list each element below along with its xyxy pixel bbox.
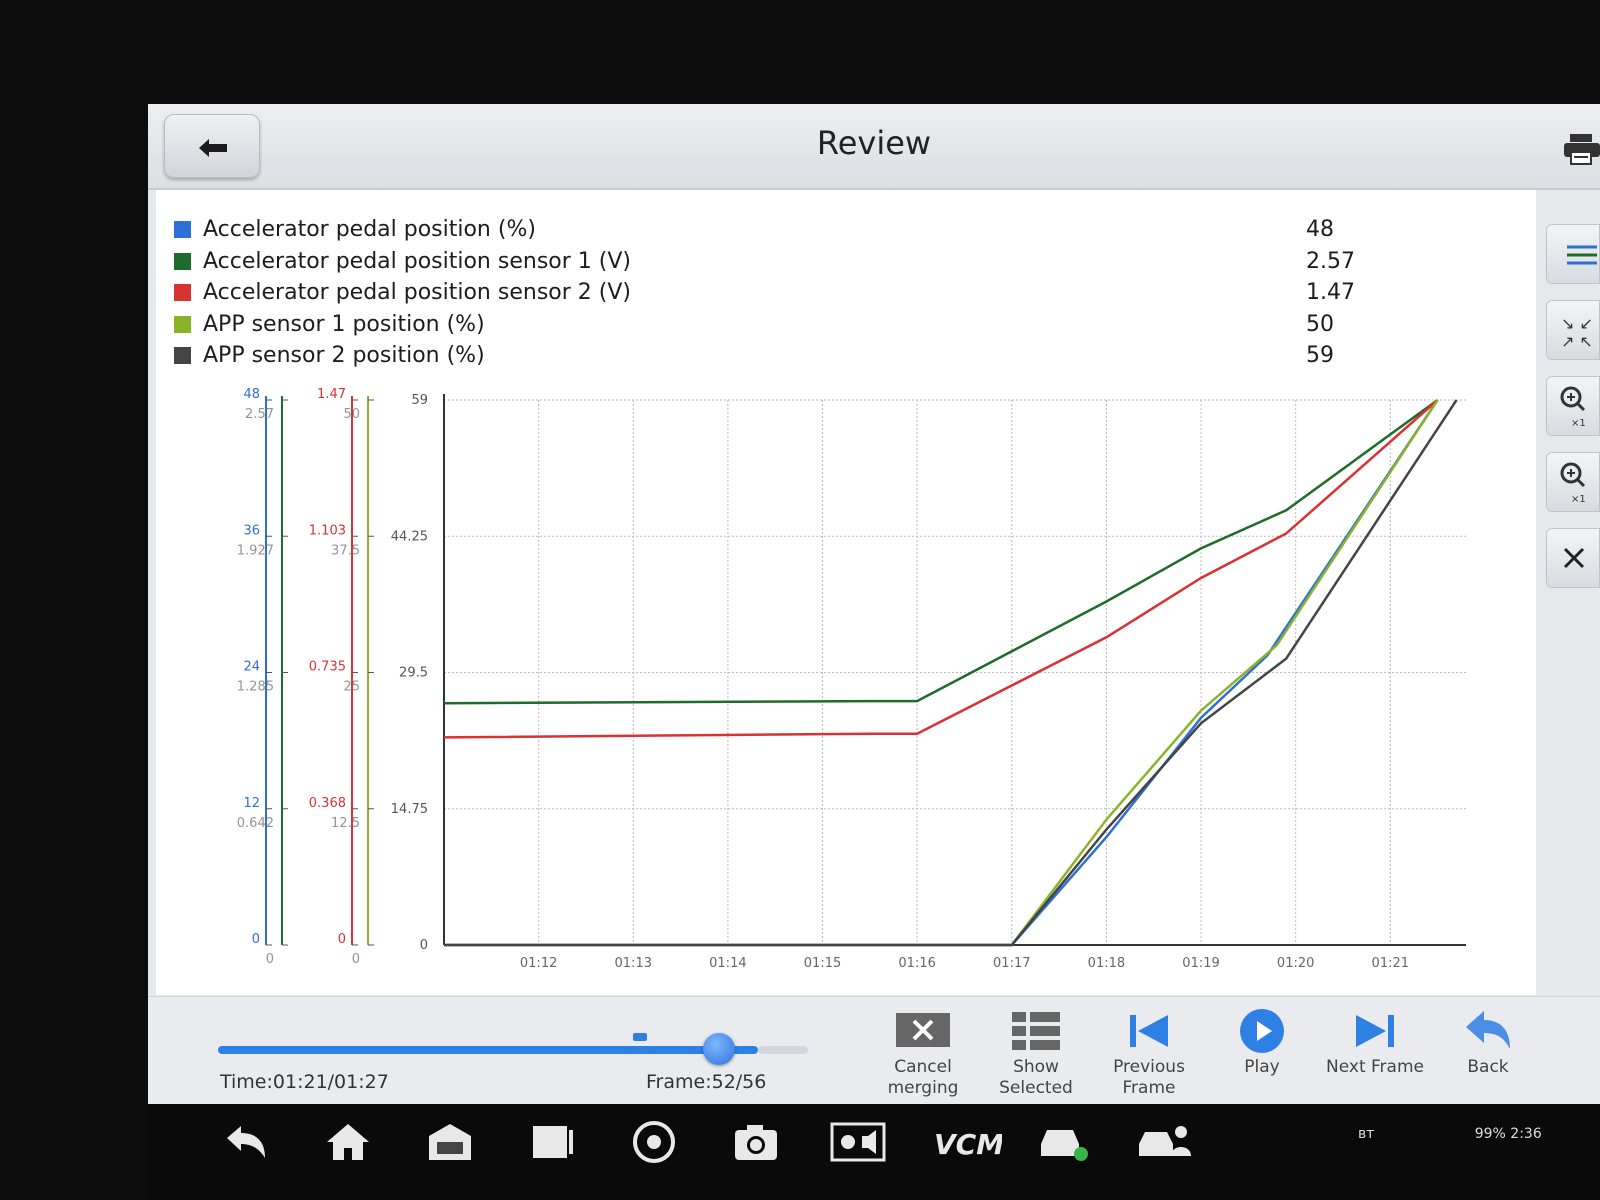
x-tick-label: 01:15 [804,956,841,971]
previous-frame-icon [1094,1005,1204,1057]
vehicle-check-icon[interactable] [1034,1118,1090,1166]
garage-icon[interactable] [422,1118,478,1166]
close-icon[interactable] [1546,528,1600,588]
playback-slider-track[interactable] [218,1046,758,1054]
playback-slider-remaining[interactable] [758,1046,808,1054]
bluetooth-icon: ʙᴛ [1358,1126,1375,1142]
axis-tick-label: 1.285 [237,680,274,695]
axis-tick-label: 29.5 [399,666,428,681]
play-label: Play [1244,1057,1280,1077]
axis-tick-label: 0 [420,938,428,953]
top-bar: Review [148,104,1600,190]
x-tick-label: 01:16 [898,956,935,971]
back-button-bottom[interactable]: Back [1433,1005,1543,1078]
frame-readout: Frame:52/56 [646,1071,767,1093]
axis-tick-label: 50 [343,407,360,422]
status-bar: ʙᴛ 99% 2:36 [1358,1126,1542,1142]
axis-tick-label: 1.103 [309,523,346,538]
axis-tick-label: 0 [338,932,346,947]
home-icon[interactable] [320,1118,376,1166]
axis-tick-label: 48 [243,387,260,402]
series-line [443,398,1439,705]
back-arrow-icon [1433,1005,1543,1057]
axis-tick-label: 1.927 [237,543,274,558]
axis-tick-label: 24 [243,660,260,675]
app-screen: Review Accelerator pedal position (%) Ac… [148,104,1600,1104]
cancel-merge-icon [868,1005,978,1057]
axis-tick-label: 0.642 [237,816,274,831]
axis-tick-label: 0.735 [309,660,346,675]
axis-tick-label: 0 [266,952,274,967]
return-icon[interactable] [218,1118,274,1166]
bookmark-marker [633,1033,647,1041]
axis-tick-label: 44.25 [391,529,428,544]
cancel-merging-button[interactable]: Cancel merging [868,1005,978,1099]
time-readout: Time:01:21/01:27 [220,1071,389,1093]
next-frame-button[interactable]: Next Frame [1320,1005,1430,1078]
x-tick-label: 01:19 [1182,956,1219,971]
cancel-merging-label: Cancel merging [887,1057,959,1098]
axis-tick-label: 0 [352,952,360,967]
browser-icon[interactable] [626,1118,682,1166]
zoom-y-level: ×1 [1571,494,1586,505]
back-label: Back [1467,1057,1509,1077]
previous-frame-button[interactable]: Previous Frame [1094,1005,1204,1099]
vci-label: VCMI [934,1128,1002,1161]
vehicle-user-icon[interactable] [1136,1118,1192,1166]
x-tick-label: 01:20 [1277,956,1314,971]
vci-icon[interactable]: VCMI [932,1118,1002,1166]
x-tick-label: 01:14 [709,956,746,971]
playback-slider-thumb[interactable] [703,1033,735,1065]
axis-tick-label: 25 [343,680,360,695]
play-icon [1207,1005,1317,1057]
zoom-y-icon[interactable]: ×1 [1546,452,1600,512]
axis-tick-label: 36 [243,523,260,538]
next-frame-label: Next Frame [1326,1057,1424,1077]
legend-toggle-icon[interactable] [1546,224,1600,284]
system-taskbar: VCMI ʙᴛ 99% 2:36 [148,1104,1600,1200]
svg-text:↗ ↖: ↗ ↖ [1561,332,1593,351]
expand-icon[interactable]: ↘ ↙ ↗ ↖ [1546,300,1600,360]
page-title: Review [816,124,932,162]
axis-tick-label: 12 [243,796,260,811]
line-chart[interactable]: 01:12 01:13 01:14 01:15 01:16 01:17 01:18 01:19… [156,190,1536,995]
axis-tick-label: 37.5 [331,543,360,558]
show-selected-button[interactable]: Show Selected [981,1005,1091,1099]
recent-apps-icon[interactable] [524,1118,580,1166]
axis-tick-label: 14.75 [391,802,428,817]
axis-tick-label: 12.5 [331,816,360,831]
next-frame-icon [1320,1005,1430,1057]
axis-tick-label: 59 [411,393,428,408]
graph-panel: Accelerator pedal position (%) Accelerat… [156,190,1536,995]
x-tick-label: 01:21 [1372,956,1409,971]
show-selected-icon [981,1005,1091,1057]
status-text: 99% 2:36 [1474,1126,1542,1142]
zoom-x-icon[interactable]: ×1 [1546,376,1600,436]
x-tick-label: 01:18 [1088,956,1125,971]
x-tick-label: 01:12 [520,956,557,971]
playback-bar: Time:01:21/01:27 Frame:52/56 Cancel merg… [148,996,1600,1104]
printer-icon[interactable] [1562,132,1600,166]
camera-icon[interactable] [728,1118,784,1166]
series-line [443,399,1439,739]
axis-tick-label: 0.368 [309,796,346,811]
show-selected-label: Show Selected [999,1057,1073,1098]
axis-tick-label: 1.47 [317,387,346,402]
axis-tick-label: 0 [252,932,260,947]
zoom-x-level: ×1 [1571,418,1586,429]
display-volume-icon[interactable] [830,1118,886,1166]
x-tick-label: 01:13 [615,956,652,971]
x-tick-label: 01:17 [993,956,1030,971]
axis-tick-label: 2.57 [245,407,274,422]
previous-frame-label: Previous Frame [1113,1057,1185,1098]
svg-text:↘ ↙: ↘ ↙ [1561,314,1593,333]
play-button[interactable]: Play [1207,1005,1317,1078]
